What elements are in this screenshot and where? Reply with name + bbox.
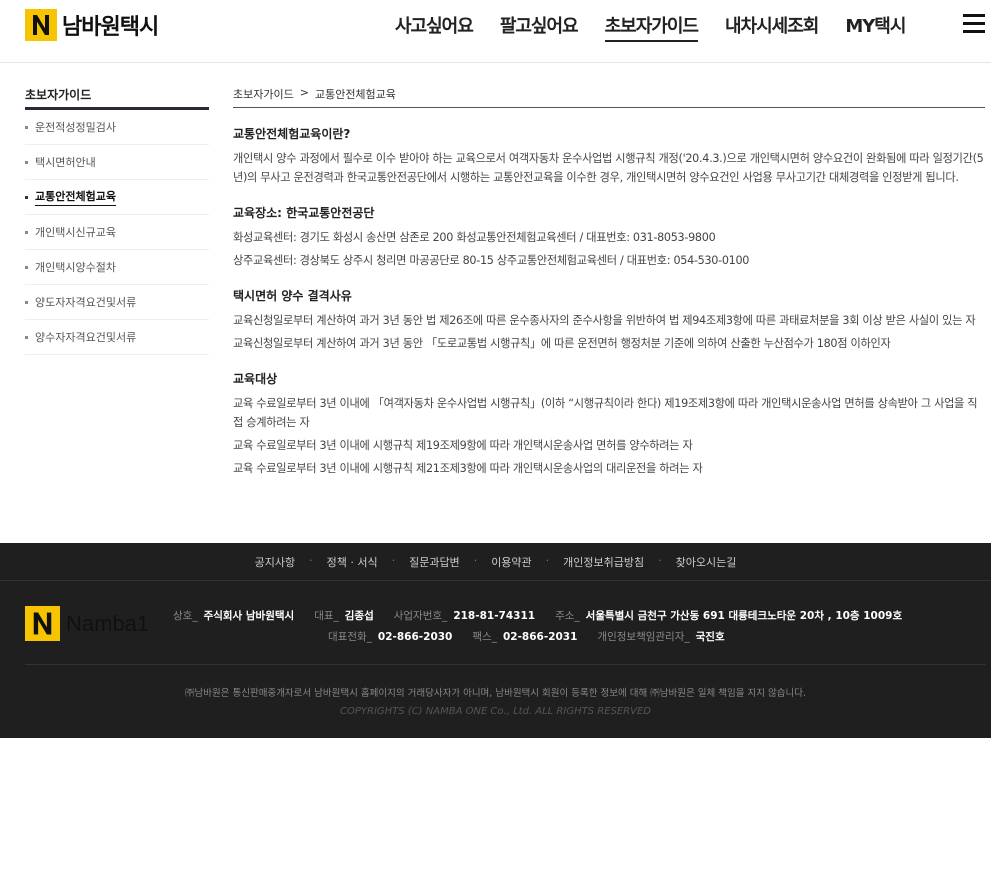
bullet-icon [25,195,28,199]
site-footer: 공지사항 · 정책 · 서식 · 질문과답변 · 이용약관 · 개인정보취급방침… [0,543,991,738]
footer-separator: · [391,554,396,567]
logo-text: 남바원택시 [62,15,159,40]
section-paragraph: 상주교육센터: 경상북도 상주시 청리면 마공공단로 80-15 상주교통안전체… [233,254,750,267]
section-paragraph: 교육 수료일로부터 3년 이내에 「여객자동차 운수사업법 시행규칙」(이하 “… [233,397,978,429]
section-paragraph: 교육 수료일로부터 3년 이내에 시행규칙 제21조제3항에 따라 개인택시운송… [233,462,703,475]
info-key: 대표_ [314,610,339,622]
bullet-icon [25,230,28,234]
header-divider [0,62,991,63]
footer-logo-text: Namba1 [66,610,150,636]
sidebar-item-transferee-requirements[interactable]: 양수자자격요건및서류 [25,320,209,355]
bullet-icon [25,125,28,129]
nav-sell[interactable]: 팔고싶어요 [500,12,579,42]
section-disqualification: 택시면허 양수 결격사유 교육신청일로부터 계산하여 과거 3년 동안 법 제2… [233,287,985,353]
sidebar-item-label: 양도자자격요건및서류 [35,296,137,309]
nav-car-price[interactable]: 내차시세조회 [725,12,819,42]
main-nav: 사고싶어요 팔고싶어요 초보자가이드 내차시세조회 MY택시 [395,12,932,42]
bullet-icon [25,300,28,304]
info-row: 상호_ 주식회사 남바원택시 대표_ 김종섭 사업자번호_ 218-81-743… [173,606,922,627]
bullet-icon [25,160,28,164]
info-value: 218-81-74311 [453,610,536,622]
footer-disclaimer: ㈜남바원은 통신판매중개자로서 남바원택시 홈페이지의 거래당사자가 아니며, … [185,688,806,699]
info-key: 대표전화_ [328,631,372,643]
info-key: 팩스_ [472,631,497,643]
footer-separator: · [309,554,313,567]
logo-mark-icon [25,9,57,41]
breadcrumb-current: 교통안전체험교육 [314,88,396,101]
info-value: 주식회사 남바원택시 [203,610,295,622]
info-key: 주소_ [555,610,580,622]
info-row: 대표전화_ 02-866-2030 팩스_ 02-866-2031 개인정보책임… [173,627,922,648]
footer-copyright: COPYRIGHTS (C) NAMBA ONE Co., Ltd. ALL R… [340,706,651,717]
section-paragraph: 개인택시 양수 과정에서 필수로 이수 받아야 하는 교육으로서 여객자동차 운… [233,152,984,184]
info-key: 개인정보책임관리자_ [597,631,690,643]
info-key: 사업자번호_ [393,610,448,622]
sidebar-item-license-info[interactable]: 택시면허안내 [25,145,209,180]
sidebar-menu: 운전적성정밀검사 택시면허안내 교통안전체험교육 개인택시신규교육 개인택시양수… [25,110,209,355]
nav-beginner-guide[interactable]: 초보자가이드 [604,12,699,42]
breadcrumb: 초보자가이드 > 교통안전체험교육 [233,86,985,108]
breadcrumb-parent[interactable]: 초보자가이드 [233,86,294,102]
section-target: 교육대상 교육 수료일로부터 3년 이내에 「여객자동차 운수사업법 시행규칙」… [233,370,985,478]
sidebar-item-new-education[interactable]: 개인택시신규교육 [25,215,209,250]
footer-link-terms[interactable]: 이용약관 [491,554,531,570]
section-title: 택시면허 양수 결격사유 [233,289,352,303]
nav-buy[interactable]: 사고싶어요 [395,12,474,42]
section-paragraph: 화성교육센터: 경기도 화성시 송산면 삼존로 200 화성교통안전체험교육센터… [233,231,716,244]
footer-separator: · [658,554,662,567]
info-value: 국진호 [695,631,725,643]
footer-logo: Namba1 [25,606,149,641]
section-title: 교육장소: 한국교통안전공단 [233,206,375,220]
info-value: 02-866-2030 [377,631,453,643]
section-intro: 교통안전체험교육이란? 개인택시 양수 과정에서 필수로 이수 받아야 하는 교… [233,125,985,187]
section-paragraph: 교육신청일로부터 계산하여 과거 3년 동안 법 제26조에 따른 운수종사자의… [233,314,976,327]
footer-link-notice[interactable]: 공지사항 [255,554,295,570]
sidebar-item-label: 개인택시양수절차 [35,261,116,274]
info-value: 서울특별시 금천구 가산동 691 대륭테크노타운 20차 , 10층 1009… [585,610,903,622]
footer-divider [25,664,986,665]
sidebar-item-label: 운전적성정밀검사 [35,121,116,134]
footer-link-privacy[interactable]: 개인정보취급방침 [563,554,644,570]
menu-icon[interactable] [963,14,985,34]
footer-links: 공지사항 · 정책 · 서식 · 질문과답변 · 이용약관 · 개인정보취급방침… [0,554,991,570]
info-key: 상호_ [173,610,198,622]
site-header: 남바원택시 사고싶어요 팔고싶어요 초보자가이드 내차시세조회 MY택시 [0,0,991,50]
section-title: 교통안전체험교육이란? [233,127,351,141]
sidebar-item-aptitude-test[interactable]: 운전적성정밀검사 [25,110,209,145]
footer-link-qna[interactable]: 질문과답변 [409,554,460,570]
breadcrumb-separator: > [299,86,309,99]
info-value: 김종섭 [344,610,374,622]
sidebar-item-label: 교통안전체험교육 [35,188,116,206]
footer-link-directions[interactable]: 찾아오시는길 [676,554,737,570]
sidebar-item-transferor-requirements[interactable]: 양도자자격요건및서류 [25,285,209,320]
section-title: 교육대상 [233,372,278,386]
logo-mark-icon [25,606,60,641]
sidebar-item-label: 택시면허안내 [35,156,96,169]
bullet-icon [25,335,28,339]
footer-separator: · [545,554,550,567]
site-logo[interactable]: 남바원택시 [25,9,159,41]
sidebar-item-label: 양수자자격요건및서류 [35,331,137,344]
sidebar: 초보자가이드 운전적성정밀검사 택시면허안내 교통안전체험교육 개인택시신규교육… [25,86,209,355]
sidebar-item-label: 개인택시신규교육 [35,226,116,239]
footer-separator: · [473,554,478,567]
section-paragraph: 교육신청일로부터 계산하여 과거 3년 동안 「도로교통법 시행규칙」에 따른 … [233,337,891,350]
bullet-icon [25,265,28,269]
footer-divider [0,580,991,581]
info-value: 02-866-2031 [502,631,578,643]
section-paragraph: 교육 수료일로부터 3년 이내에 시행규칙 제19조제9항에 따라 개인택시운송… [233,439,693,452]
nav-my-taxi[interactable]: MY택시 [845,12,906,42]
company-info: 상호_ 주식회사 남바원택시 대표_ 김종섭 사업자번호_ 218-81-743… [173,606,922,648]
section-location: 교육장소: 한국교통안전공단 화성교육센터: 경기도 화성시 송산면 삼존로 2… [233,204,985,270]
footer-link-policy[interactable]: 정책 · 서식 [327,554,378,570]
sidebar-title: 초보자가이드 [25,86,209,110]
sidebar-item-safety-education[interactable]: 교통안전체험교육 [25,180,209,215]
sidebar-item-transfer-procedure[interactable]: 개인택시양수절차 [25,250,209,285]
main-content: 초보자가이드 > 교통안전체험교육 교통안전체험교육이란? 개인택시 양수 과정… [233,86,985,482]
